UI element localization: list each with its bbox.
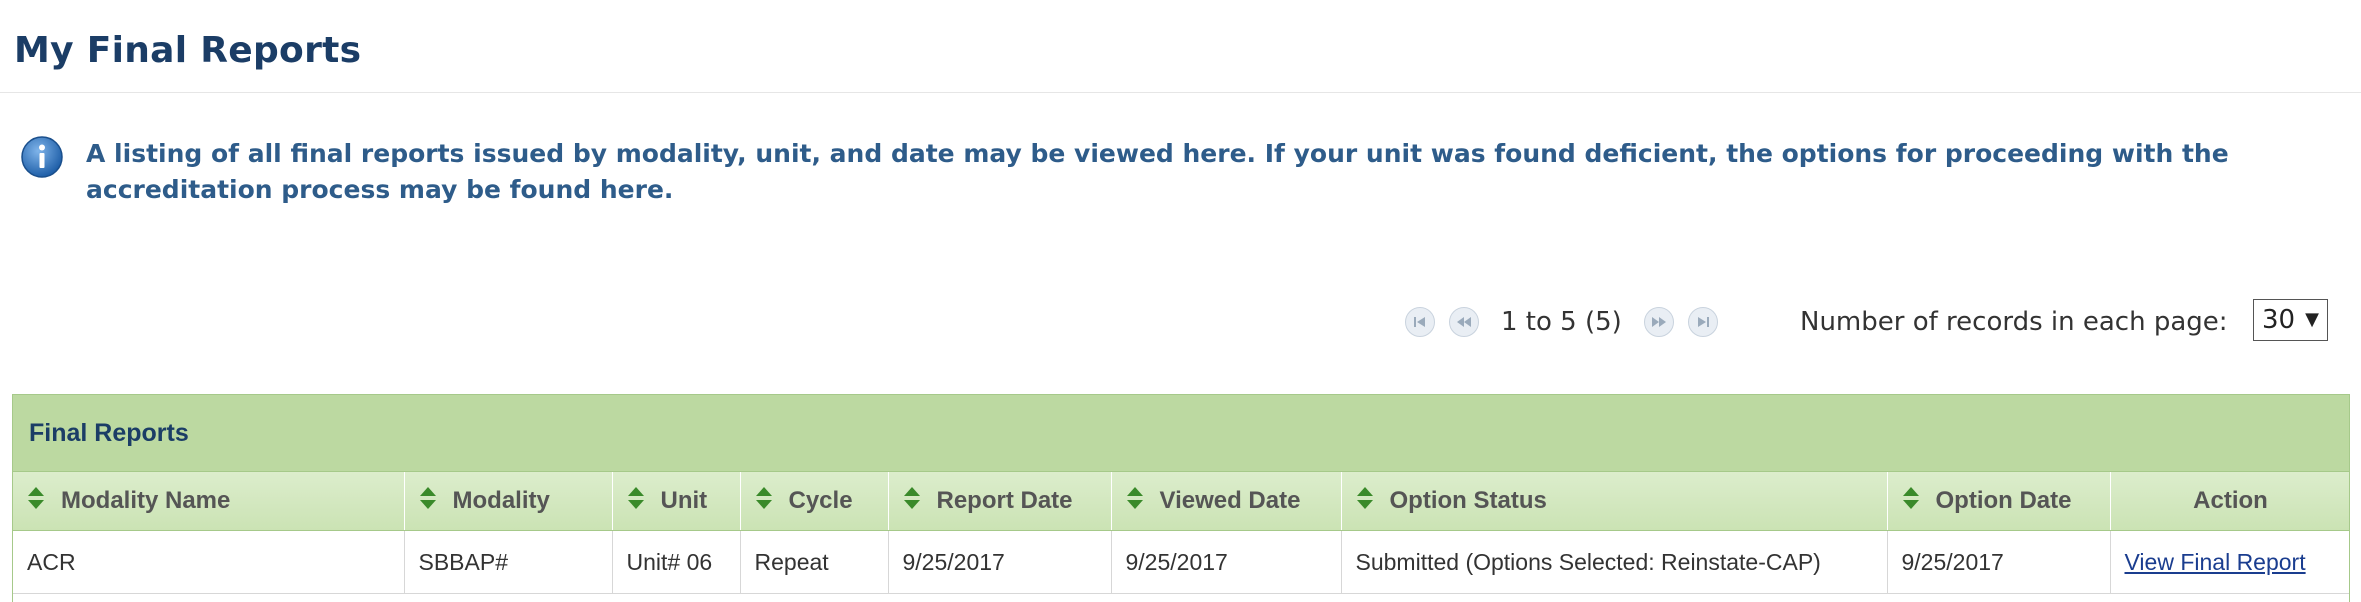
last-page-icon (1697, 317, 1709, 327)
pagination: 1 to 5 (5) (1405, 305, 1732, 339)
cell-cycle: Repeat (740, 530, 889, 594)
column-header-report-date[interactable]: Report Date (888, 472, 1112, 531)
column-header-modality-name[interactable]: Modality Name (13, 472, 405, 531)
sort-icon[interactable] (1902, 486, 1920, 517)
title-divider (0, 92, 2361, 93)
sort-icon[interactable] (419, 486, 437, 517)
grid-caption: Final Reports (13, 395, 2349, 472)
cell-viewed-date: 9/25/2017 (1111, 530, 1342, 594)
prev-page-icon (1457, 317, 1471, 327)
column-header-option-status[interactable]: Option Status (1341, 472, 1888, 531)
dropdown-caret-icon: ▼ (2305, 309, 2319, 330)
sort-arrows-icon (419, 486, 436, 509)
cell-option-status: Submitted (Options Selected: Reinstate-C… (1341, 530, 1888, 594)
table-row: ACR SBBAP# Unit# 06 Repeat 9/25/2017 9/2… (13, 530, 2349, 594)
cell-option-date: 9/25/2017 (1887, 530, 2111, 594)
cell-modality: SBBAP# (404, 530, 613, 594)
info-message: A listing of all final reports issued by… (86, 139, 2229, 204)
sort-arrows-icon (627, 486, 644, 509)
sort-icon[interactable] (627, 486, 645, 517)
column-header-viewed-date[interactable]: Viewed Date (1111, 472, 1342, 531)
final-reports-grid: Final Reports Modality Name Modality Uni… (12, 394, 2350, 602)
next-page-button[interactable] (1643, 307, 1674, 337)
first-page-icon (1414, 317, 1425, 327)
sort-icon[interactable] (755, 486, 773, 517)
next-page-icon (1651, 317, 1666, 327)
cell-action: View Final Report (2110, 530, 2349, 594)
page-title: My Final Reports (14, 30, 362, 71)
column-header-cycle[interactable]: Cycle (740, 472, 889, 531)
sort-arrows-icon (28, 486, 44, 509)
sort-arrows-icon (1902, 486, 1919, 509)
cell-report-date: 9/25/2017 (888, 530, 1112, 594)
sort-arrows-icon (1126, 486, 1143, 509)
header-row: Modality Name Modality Unit Cycle Report… (13, 472, 2349, 531)
final-reports-table: Modality Name Modality Unit Cycle Report… (13, 472, 2349, 594)
column-header-modality[interactable]: Modality (404, 472, 613, 531)
records-per-page-label: Number of records in each page: (1800, 307, 2228, 337)
column-header-unit[interactable]: Unit (612, 472, 741, 531)
sort-icon[interactable] (1126, 486, 1144, 517)
view-final-report-link[interactable]: View Final Report (2125, 549, 2306, 575)
sort-arrows-icon (903, 486, 920, 509)
cell-modality-name: ACR (13, 530, 405, 594)
page-range: 1 to 5 (5) (1501, 307, 1622, 337)
sort-arrows-icon (755, 486, 772, 509)
info-icon (21, 136, 63, 178)
last-page-button[interactable] (1687, 307, 1718, 337)
first-page-button[interactable] (1405, 307, 1435, 337)
sort-icon[interactable] (903, 486, 921, 517)
records-per-page-select[interactable]: 30 ▼ (2253, 299, 2328, 341)
column-header-option-date[interactable]: Option Date (1887, 472, 2111, 531)
cell-unit: Unit# 06 (612, 530, 741, 594)
sort-arrows-icon (1356, 486, 1373, 509)
sort-icon[interactable] (1356, 486, 1374, 517)
records-per-page-value: 30 (2262, 305, 2296, 335)
prev-page-button[interactable] (1449, 307, 1479, 337)
sort-icon[interactable] (27, 486, 45, 517)
column-header-action: Action (2110, 472, 2349, 531)
